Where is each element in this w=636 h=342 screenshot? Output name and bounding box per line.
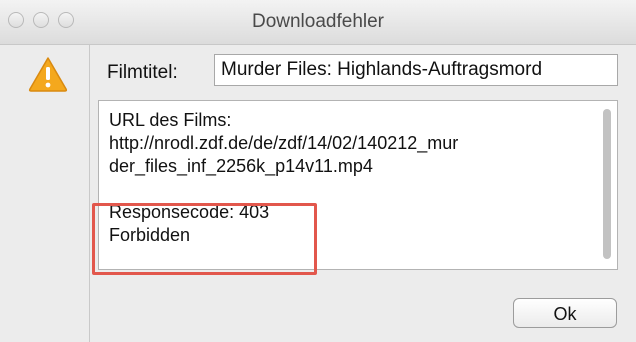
- message-line-url-part1: http://nrodl.zdf.de/de/zdf/14/02/140212_…: [109, 133, 459, 153]
- window-title: Downloadfehler: [251, 11, 385, 32]
- title-bar: Downloadfehler: [0, 0, 636, 45]
- message-line-url-label: URL des Films:: [109, 110, 232, 130]
- message-scrollbar[interactable]: [603, 109, 611, 259]
- highlight-annotation-box: [92, 203, 317, 275]
- ok-button[interactable]: Ok: [513, 298, 617, 328]
- filmtitel-field[interactable]: Murder Files: Highlands-Auftragsmord: [214, 54, 618, 86]
- message-line-url-part2: der_files_inf_2256k_p14v11.mp4: [109, 156, 373, 176]
- filmtitel-label: Filmtitel:: [107, 62, 178, 83]
- error-dialog: Downloadfehler Filmtitel: Murder Files: …: [0, 0, 636, 342]
- warning-icon: [28, 57, 68, 92]
